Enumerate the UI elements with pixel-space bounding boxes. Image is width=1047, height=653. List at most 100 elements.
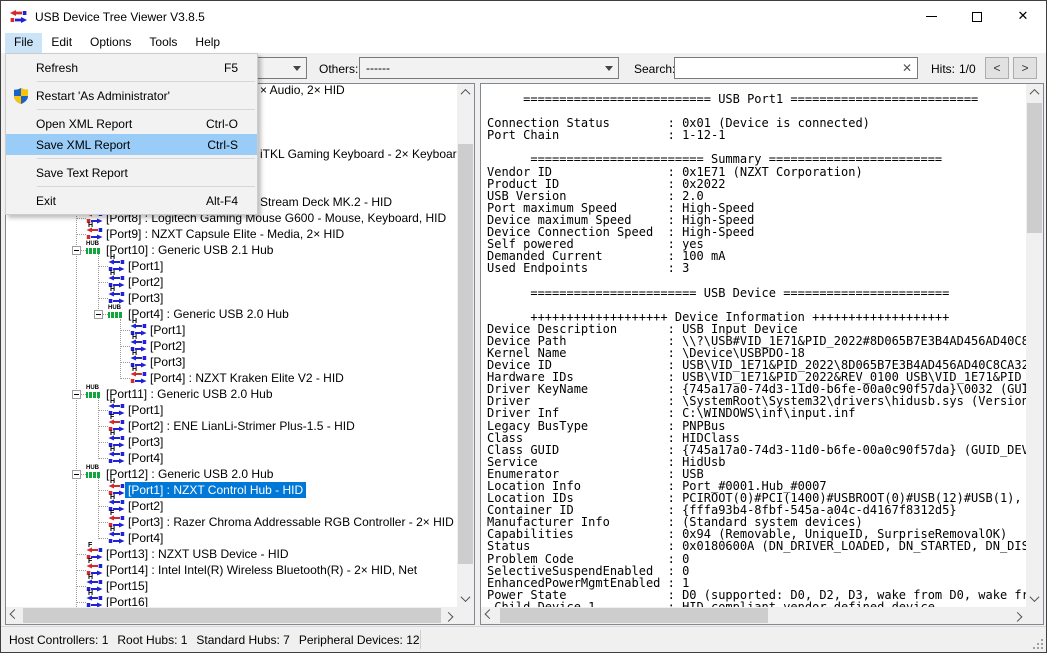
chevron-down-icon (600, 66, 618, 71)
scroll-right-icon[interactable] (440, 607, 457, 624)
tree-item-label: [Port3] (125, 434, 166, 450)
report-hscroll-thumb[interactable] (500, 608, 768, 623)
menu-item-restart-as-administrator[interactable]: Restart 'As Administrator' (6, 85, 257, 106)
speed-letter: H (110, 286, 115, 293)
scrollbar-corner (1026, 607, 1043, 624)
speed-letter: H (110, 270, 115, 277)
tree-item-label: [Port4] : NZXT Kraken Elite V2 - HID (147, 370, 347, 386)
speed-letter: H (110, 446, 115, 453)
tree-item-label: iTKL Gaming Keyboard - 2× Keyboard, 2× (260, 147, 457, 161)
menu-item-save-text-report[interactable]: Save Text Report (6, 162, 257, 183)
menu-item-label: Save XML Report (36, 138, 207, 152)
speed-letter: H (110, 254, 115, 261)
menu-item-open-xml-report[interactable]: Open XML ReportCtrl-O (6, 113, 257, 134)
collapse-icon[interactable] (94, 310, 103, 319)
menu-tools[interactable]: Tools (140, 33, 186, 53)
status-peripheral-devices: Peripheral Devices: 12 (299, 633, 420, 647)
speed-letter: H (88, 222, 93, 229)
menu-help[interactable]: Help (186, 33, 229, 53)
menu-file[interactable]: File (5, 33, 42, 53)
tree-horizontal-scrollbar[interactable] (6, 607, 457, 624)
maximize-button[interactable] (954, 1, 1000, 32)
tree-hscroll-thumb[interactable] (23, 608, 441, 623)
menu-item-label: Refresh (36, 61, 224, 75)
next-hit-button[interactable]: > (1013, 57, 1037, 79)
hub-icon: HUB (86, 466, 102, 480)
tree-vscroll-thumb[interactable] (458, 144, 473, 564)
usb-port-icon: H (108, 451, 125, 465)
menu-item-shortcut: Ctrl-S (207, 138, 257, 152)
chevron-down-icon (288, 66, 306, 71)
tree-connector (120, 346, 130, 347)
collapse-icon[interactable] (72, 470, 81, 479)
tree-item-partial[interactable]: × Audio, 2× HID (260, 84, 345, 98)
tree-item-label: [Port2] (125, 498, 166, 514)
scroll-down-icon[interactable] (1026, 590, 1043, 607)
window-title: USB Device Tree Viewer V3.8.5 (35, 10, 205, 24)
report-vertical-scrollbar[interactable] (1026, 84, 1043, 607)
status-host-controllers: Host Controllers: 1 (9, 633, 108, 647)
menu-item-exit[interactable]: ExitAlt-F4 (6, 190, 257, 211)
speed-letter: F (110, 414, 114, 421)
tree-item-label: [Port2] (147, 338, 188, 354)
tree-item-label: [Port11] : Generic USB 2.0 Hub (103, 386, 276, 402)
report-horizontal-scrollbar[interactable] (481, 607, 1026, 624)
menu-item-save-xml-report[interactable]: Save XML ReportCtrl-S (6, 134, 257, 155)
report-vscroll-thumb[interactable] (1027, 103, 1042, 233)
device-report-text[interactable]: ========================== USB Port1 ===… (481, 84, 1026, 607)
menu-item-shortcut: Alt-F4 (206, 194, 257, 208)
scroll-right-icon[interactable] (1009, 607, 1026, 624)
tree-connector (98, 522, 108, 523)
resize-grip[interactable] (1033, 639, 1043, 649)
minimize-icon (926, 16, 937, 17)
tree-connector (98, 426, 108, 427)
speed-letter: H (110, 526, 115, 533)
menu-item-shortcut: F5 (224, 61, 257, 75)
usb-device-icon: H (86, 227, 103, 241)
maximize-icon (972, 12, 982, 22)
scroll-up-icon[interactable] (1026, 84, 1043, 101)
scroll-up-icon[interactable] (457, 84, 474, 101)
minimize-button[interactable] (908, 1, 954, 32)
menu-options[interactable]: Options (81, 33, 140, 53)
scroll-down-icon[interactable] (457, 590, 474, 607)
tree-item-partial[interactable]: Stream Deck MK.2 - HID (260, 194, 392, 210)
hits-value: 1/0 (959, 62, 976, 76)
speed-letter: H (110, 478, 115, 485)
status-root-hubs: Root Hubs: 1 (117, 633, 187, 647)
menu-item-refresh[interactable]: RefreshF5 (6, 57, 257, 78)
uac-shield-icon (6, 88, 36, 104)
app-window: USB Device Tree Viewer V3.8.5 ✕ FileEdit… (0, 0, 1047, 653)
usb-device-icon: H (130, 371, 147, 385)
tree-connector (98, 253, 99, 315)
tree-connector (98, 282, 108, 283)
others-label: Others: (319, 62, 358, 76)
collapse-icon[interactable] (72, 390, 81, 399)
previous-hit-button[interactable]: < (985, 57, 1009, 79)
tree-item-label: Stream Deck MK.2 - HID (260, 195, 392, 209)
search-input[interactable] (675, 59, 897, 77)
others-combobox[interactable]: ------ (359, 57, 619, 79)
collapse-icon[interactable] (72, 246, 81, 255)
scroll-left-icon[interactable] (481, 607, 498, 624)
tree-item-label: [Port3] (147, 354, 188, 370)
speed-letter: F (88, 558, 92, 565)
menu-edit[interactable]: Edit (42, 33, 81, 53)
usb-port-icon: H (86, 595, 103, 607)
speed-letter: H (132, 350, 137, 357)
tree-connector (98, 298, 108, 299)
scroll-left-icon[interactable] (6, 607, 23, 624)
close-button[interactable]: ✕ (1000, 1, 1046, 32)
tree-connector (120, 330, 130, 331)
search-box: ✕ (674, 57, 918, 79)
tree-vertical-scrollbar[interactable] (457, 84, 474, 607)
tree-connector (98, 477, 99, 539)
tree-connector (120, 362, 130, 363)
caption-buttons: ✕ (908, 1, 1046, 32)
tree-item-partial[interactable]: iTKL Gaming Keyboard - 2× Keyboard, 2× (260, 146, 457, 162)
menu-item-label: Open XML Report (36, 117, 206, 131)
tree-item-label: [Port2] (125, 274, 166, 290)
clear-search-icon[interactable]: ✕ (897, 61, 917, 75)
tree-connector (98, 442, 108, 443)
tree-connector (98, 458, 108, 459)
